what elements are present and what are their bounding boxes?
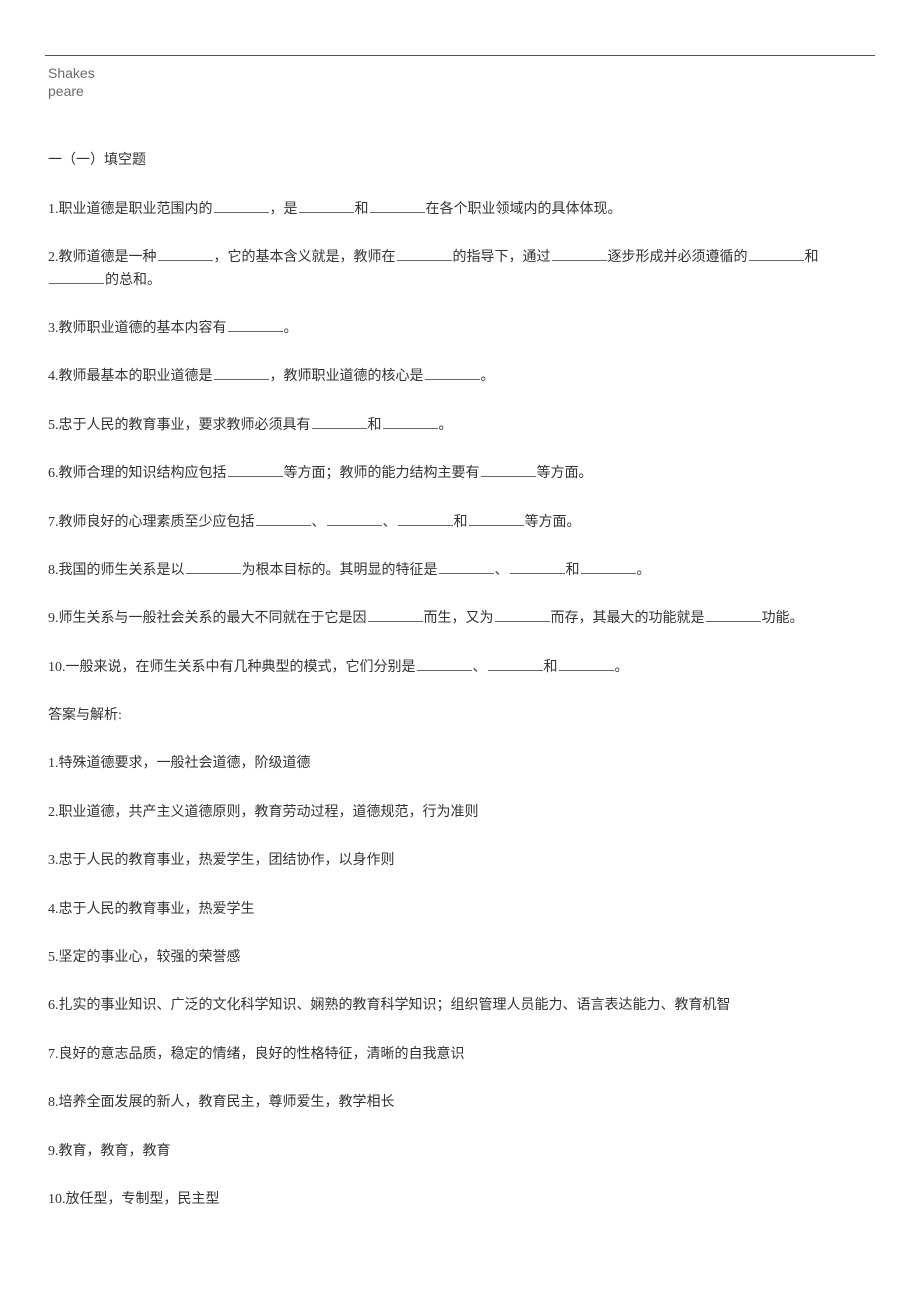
- fill-blank: [417, 657, 472, 671]
- header-divider: [45, 55, 875, 56]
- fill-blank: [706, 608, 761, 622]
- fill-blank: [469, 512, 524, 526]
- answer-header: 答案与解析:: [48, 705, 875, 727]
- fill-blank: [383, 415, 438, 429]
- answer-item: 4.忠于人民的教育事业，热爱学生: [48, 899, 875, 921]
- answer-item: 8.培养全面发展的新人，教育民主，尊师爱生，教学相长: [48, 1092, 875, 1114]
- question-item: 2.教师道德是一种，它的基本含义就是，教师在的指导下，通过逐步形成并必须遵循的和…: [48, 247, 875, 292]
- fill-blank: [488, 657, 543, 671]
- fill-blank: [425, 366, 480, 380]
- fill-blank: [749, 247, 804, 261]
- answer-item: 10.放任型，专制型，民主型: [48, 1189, 875, 1211]
- fill-blank: [49, 270, 104, 284]
- fill-blank: [158, 247, 213, 261]
- question-item: 3.教师职业道德的基本内容有。: [48, 318, 875, 340]
- question-item: 4.教师最基本的职业道德是，教师职业道德的核心是。: [48, 366, 875, 388]
- fill-blank: [481, 463, 536, 477]
- question-item: 9.师生关系与一般社会关系的最大不同就在于它是因而生，又为而存，其最大的功能就是…: [48, 608, 875, 630]
- question-item: 6.教师合理的知识结构应包括等方面；教师的能力结构主要有等方面。: [48, 463, 875, 485]
- answer-item: 1.特殊道德要求，一般社会道德，阶级道德: [48, 753, 875, 775]
- fill-blank: [581, 560, 636, 574]
- answer-item: 6.扎实的事业知识、广泛的文化科学知识、娴熟的教育科学知识；组织管理人员能力、语…: [48, 995, 875, 1017]
- fill-blank: [495, 608, 550, 622]
- fill-blank: [186, 560, 241, 574]
- fill-blank: [552, 247, 607, 261]
- answer-item: 9.教育，教育，教育: [48, 1141, 875, 1163]
- document-page: Shakespeare 一（一）填空题 1.职业道德是职业范围内的，是和在各个职…: [0, 0, 920, 1282]
- question-item: 7.教师良好的心理素质至少应包括、、和等方面。: [48, 512, 875, 534]
- question-item: 8.我国的师生关系是以为根本目标的。其明显的特征是、和。: [48, 560, 875, 582]
- document-content: 一（一）填空题 1.职业道德是职业范围内的，是和在各个职业领域内的具体体现。 2.…: [45, 150, 875, 1211]
- question-item: 1.职业道德是职业范围内的，是和在各个职业领域内的具体体现。: [48, 199, 875, 221]
- answers-section: 1.特殊道德要求，一般社会道德，阶级道德 2.职业道德，共产主义道德原则，教育劳动…: [48, 753, 875, 1211]
- fill-blank: [228, 318, 283, 332]
- fill-blank: [510, 560, 565, 574]
- fill-blank: [439, 560, 494, 574]
- fill-blank: [370, 199, 425, 213]
- questions-section: 1.职业道德是职业范围内的，是和在各个职业领域内的具体体现。 2.教师道德是一种，…: [48, 199, 875, 679]
- fill-blank: [327, 512, 382, 526]
- fill-blank: [368, 608, 423, 622]
- answer-item: 7.良好的意志品质，稳定的情绪，良好的性格特征，清晰的自我意识: [48, 1044, 875, 1066]
- fill-blank: [397, 247, 452, 261]
- answer-item: 5.坚定的事业心，较强的荣誉感: [48, 947, 875, 969]
- fill-blank: [398, 512, 453, 526]
- answer-item: 3.忠于人民的教育事业，热爱学生，团结协作，以身作则: [48, 850, 875, 872]
- fill-blank: [559, 657, 614, 671]
- question-item: 10.一般来说，在师生关系中有几种典型的模式，它们分别是、和。: [48, 657, 875, 679]
- fill-blank: [299, 199, 354, 213]
- fill-blank: [228, 463, 283, 477]
- fill-blank: [256, 512, 311, 526]
- answer-item: 2.职业道德，共产主义道德原则，教育劳动过程，道德规范，行为准则: [48, 802, 875, 824]
- fill-blank: [214, 199, 269, 213]
- section-title: 一（一）填空题: [48, 150, 875, 172]
- question-item: 5.忠于人民的教育事业，要求教师必须具有和。: [48, 415, 875, 437]
- fill-blank: [214, 366, 269, 380]
- watermark-text: Shakespeare: [48, 64, 98, 100]
- fill-blank: [312, 415, 367, 429]
